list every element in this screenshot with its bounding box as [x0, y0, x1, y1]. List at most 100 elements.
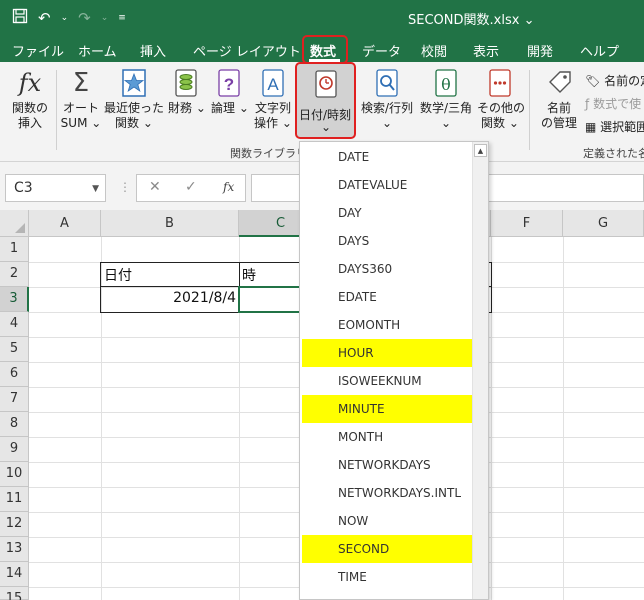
menu-item-networkdays-intl[interactable]: NETWORKDAYS.INTL [302, 479, 472, 507]
formula-buttons: ✕ ✓ fx [136, 174, 246, 202]
recently-used-button[interactable]: 最近使った 関数 ⌄ [104, 68, 164, 131]
logical-button[interactable]: ? 論理 ⌄ [211, 68, 249, 116]
recently-used-label-1: 最近使った [104, 101, 165, 115]
column-header-a[interactable]: A [29, 210, 101, 237]
undo-dropdown-icon[interactable]: ⌄ [61, 8, 69, 28]
name-box-dropdown-icon[interactable]: ▼ [92, 184, 99, 194]
row-header-1[interactable]: 1 [0, 237, 29, 262]
column-header-f[interactable]: F [491, 210, 563, 237]
cancel-icon[interactable]: ✕ [149, 179, 161, 195]
create-from-selection-button[interactable]: ▦ 選択範囲 [585, 118, 644, 135]
date-time-caret: ⌄ [321, 120, 332, 134]
row-header-3[interactable]: 3 [0, 287, 29, 312]
menu-item-days360[interactable]: DAYS360 [302, 255, 472, 283]
cell-b3[interactable]: 2021/8/4 [104, 290, 236, 306]
tab-insert[interactable]: 挿入 [140, 41, 166, 60]
tab-developer[interactable]: 開発 [527, 41, 553, 60]
title-dropdown-icon[interactable]: ⌄ [524, 13, 535, 28]
menu-item-networkdays[interactable]: NETWORKDAYS [302, 451, 472, 479]
star-icon [121, 68, 147, 98]
cell-b2[interactable]: 日付 [104, 265, 132, 285]
menu-item-datevalue[interactable]: DATEVALUE [302, 171, 472, 199]
menu-item-eomonth[interactable]: EOMONTH [302, 311, 472, 339]
autosum-button[interactable]: Σ オート SUM ⌄ [60, 68, 102, 131]
menu-item-edate[interactable]: EDATE [302, 283, 472, 311]
menu-item-month[interactable]: MONTH [302, 423, 472, 451]
menu-item-days[interactable]: DAYS [302, 227, 472, 255]
menu-item-hour[interactable]: HOUR [302, 339, 472, 367]
tag-small-icon: 🏷 [585, 74, 601, 88]
menu-item-timevalue[interactable]: TIMEVALUE [302, 591, 472, 599]
select-all-triangle-icon [15, 223, 25, 233]
create-from-selection-label: 選択範囲 [600, 120, 644, 134]
menu-item-second[interactable]: SECOND [302, 535, 472, 563]
row-header-9[interactable]: 9 [0, 437, 29, 462]
redo-icon[interactable]: ↷ [78, 8, 91, 28]
svg-text:θ: θ [441, 75, 451, 94]
scroll-up-icon[interactable]: ▲ [474, 144, 487, 157]
svg-text:?: ? [224, 75, 234, 94]
select-all-corner[interactable] [0, 210, 29, 237]
function-library-group-label: 関数ライブラリ [230, 147, 307, 160]
save-icon[interactable] [12, 8, 28, 29]
financial-button[interactable]: 財務 ⌄ [168, 68, 206, 116]
row-header-7[interactable]: 7 [0, 387, 29, 412]
menu-item-day[interactable]: DAY [302, 199, 472, 227]
row-header-2[interactable]: 2 [0, 262, 29, 287]
menu-item-time[interactable]: TIME [302, 563, 472, 591]
ribbon-separator [529, 70, 530, 150]
row-header-15[interactable]: 15 [0, 587, 29, 600]
column-header-g[interactable]: G [563, 210, 644, 237]
tab-home[interactable]: ホーム [78, 41, 117, 60]
use-in-formula-button[interactable]: ƒ 数式で使 [585, 95, 641, 112]
tab-help[interactable]: ヘルプ [580, 41, 619, 60]
row-header-13[interactable]: 13 [0, 537, 29, 562]
name-manager-button[interactable]: 名前 の管理 [538, 68, 580, 131]
row-header-10[interactable]: 10 [0, 462, 29, 487]
row-header-4[interactable]: 4 [0, 312, 29, 337]
define-name-label: 名前の定 [604, 74, 644, 88]
formula-bar-grip[interactable]: ⋮ [119, 180, 131, 194]
row-header-12[interactable]: 12 [0, 512, 29, 537]
row-header-5[interactable]: 5 [0, 337, 29, 362]
text-label-1: 文字列 [254, 101, 291, 115]
name-box[interactable]: C3 ▼ [5, 174, 106, 202]
text-button[interactable]: A 文字列 操作 ⌄ [253, 68, 293, 131]
customize-qat-icon[interactable]: ≡ [118, 8, 126, 28]
tab-page-layout[interactable]: ページ レイアウト [193, 41, 301, 60]
tab-file[interactable]: ファイル [12, 41, 64, 60]
sigma-icon: Σ [72, 68, 90, 98]
math-trig-button[interactable]: θ 数学/三角 ⌄ [417, 68, 475, 131]
theta-icon: θ [433, 68, 459, 98]
row-header-14[interactable]: 14 [0, 562, 29, 587]
use-in-formula-label: 数式で使 [593, 97, 642, 111]
row-header-11[interactable]: 11 [0, 487, 29, 512]
row-header-6[interactable]: 6 [0, 362, 29, 387]
menu-item-date[interactable]: DATE [302, 143, 472, 171]
define-name-button[interactable]: 🏷 名前の定 [585, 72, 644, 89]
lookup-reference-caret: ⌄ [381, 116, 393, 130]
name-manager-label-2: の管理 [540, 116, 577, 130]
menu-item-now[interactable]: NOW [302, 507, 472, 535]
math-trig-label: 数学/三角 [419, 101, 473, 115]
tab-data[interactable]: データ [362, 41, 401, 60]
menu-scrollbar[interactable]: ▲ [472, 142, 488, 599]
file-name: SECOND関数.xlsx [408, 13, 520, 28]
more-functions-button[interactable]: その他の 関数 ⌄ [477, 68, 525, 131]
lookup-reference-button[interactable]: 検索/行列 ⌄ [361, 68, 413, 131]
enter-icon[interactable]: ✓ [185, 179, 197, 195]
row-header-8[interactable]: 8 [0, 412, 29, 437]
menu-item-minute[interactable]: MINUTE [302, 395, 472, 423]
grid-small-icon: ▦ [585, 120, 597, 134]
insert-function-button[interactable]: fx 関数の 挿入 [8, 68, 52, 131]
undo-icon[interactable]: ↶ [38, 8, 51, 28]
date-time-button[interactable]: 日付/時刻 ⌄ [295, 62, 356, 139]
tab-review[interactable]: 校閲 [421, 41, 447, 60]
column-header-b[interactable]: B [101, 210, 239, 237]
tab-view[interactable]: 表示 [473, 41, 499, 60]
menu-item-isoweeknum[interactable]: ISOWEEKNUM [302, 367, 472, 395]
autosum-label-2: SUM ⌄ [60, 116, 102, 130]
cell-c2[interactable]: 時 [242, 265, 256, 285]
insert-function-fx-icon[interactable]: fx [223, 180, 234, 194]
redo-dropdown-icon[interactable]: ⌄ [101, 8, 109, 28]
